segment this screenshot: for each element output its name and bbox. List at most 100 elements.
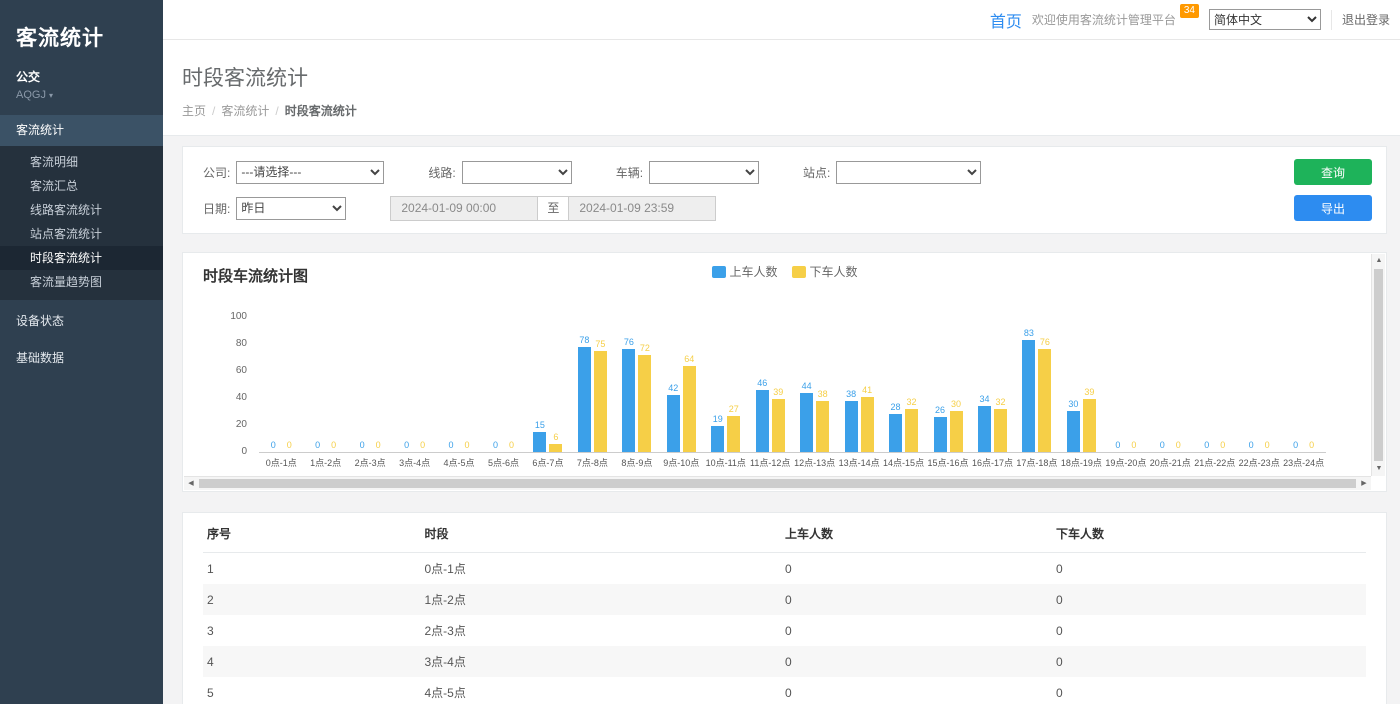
bar-column: 0 bbox=[1245, 318, 1258, 452]
start-date-input[interactable]: 2024-01-09 00:00 bbox=[390, 196, 538, 221]
bar bbox=[816, 401, 829, 452]
data-table: 序号时段上车人数下车人数 10点-1点0021点-2点0032点-3点0043点… bbox=[203, 515, 1366, 704]
chart-bar-group: 003点-4点 bbox=[392, 318, 436, 452]
table-cell: 0 bbox=[781, 615, 1052, 646]
chart-bar-group: 76728点-9点 bbox=[615, 318, 659, 452]
breadcrumb-separator: / bbox=[275, 104, 278, 118]
sidebar-item[interactable]: 站点客流统计 bbox=[0, 222, 163, 246]
horizontal-scrollbar[interactable]: ◀ ▶ bbox=[184, 476, 1371, 490]
filter-row-1: 公司: ---请选择--- 线路: 车辆: 站点: bbox=[203, 159, 1372, 185]
sidebar-section[interactable]: 设备状态 bbox=[0, 306, 163, 337]
x-axis-label: 22点-23点 bbox=[1239, 456, 1280, 469]
end-date-input[interactable]: 2024-01-09 23:59 bbox=[568, 196, 716, 221]
sidebar-menu: 客流统计客流明细客流汇总线路客流统计站点客流统计时段客流统计客流量趋势图设备状态… bbox=[0, 115, 163, 374]
scroll-left-arrow-icon[interactable]: ◀ bbox=[184, 477, 198, 491]
chart-bar-group: 004点-5点 bbox=[437, 318, 481, 452]
legend-item[interactable]: 下车人数 bbox=[792, 263, 858, 280]
bar-column: 30 bbox=[950, 318, 963, 452]
table-header-row: 序号时段上车人数下车人数 bbox=[203, 515, 1366, 553]
x-axis-label: 23点-24点 bbox=[1283, 456, 1324, 469]
filter-panel: 公司: ---请选择--- 线路: 车辆: 站点: bbox=[182, 146, 1387, 234]
bar-column: 0 bbox=[1172, 318, 1185, 452]
bar bbox=[711, 426, 724, 452]
org-switcher[interactable]: AQGJ▾ bbox=[0, 85, 163, 115]
bar-value-label: 38 bbox=[818, 389, 828, 399]
brand: 客流统计 bbox=[0, 0, 163, 52]
legend-item[interactable]: 上车人数 bbox=[711, 263, 777, 280]
table-cell: 2点-3点 bbox=[420, 615, 781, 646]
station-select[interactable] bbox=[836, 161, 981, 184]
bar-column: 46 bbox=[756, 318, 769, 452]
x-axis-label: 17点-18点 bbox=[1016, 456, 1057, 469]
x-axis-label: 14点-15点 bbox=[883, 456, 924, 469]
scroll-right-arrow-icon[interactable]: ▶ bbox=[1357, 477, 1371, 491]
horizontal-scrollbar-thumb[interactable] bbox=[199, 479, 1356, 488]
vehicle-select[interactable] bbox=[649, 161, 759, 184]
bar-value-label: 76 bbox=[624, 337, 634, 347]
bar-column: 39 bbox=[1083, 318, 1096, 452]
language-select[interactable]: 简体中文 bbox=[1209, 9, 1321, 30]
notification-badge[interactable]: 34 bbox=[1180, 4, 1199, 18]
content-area: 公司: ---请选择--- 线路: 车辆: 站点: bbox=[163, 136, 1400, 704]
scroll-up-arrow-icon[interactable]: ▲ bbox=[1372, 254, 1386, 268]
x-axis-label: 5点-6点 bbox=[488, 456, 519, 469]
page-title: 时段客流统计 bbox=[182, 62, 1380, 92]
scroll-down-arrow-icon[interactable]: ▼ bbox=[1372, 462, 1386, 476]
line-label: 线路: bbox=[428, 164, 455, 181]
export-button[interactable]: 导出 bbox=[1294, 195, 1372, 221]
sidebar-item[interactable]: 时段客流统计 bbox=[0, 246, 163, 270]
sidebar-section[interactable]: 基础数据 bbox=[0, 343, 163, 374]
bar bbox=[772, 399, 785, 452]
bar-value-label: 64 bbox=[684, 354, 694, 364]
logout-link[interactable]: 退出登录 bbox=[1331, 10, 1390, 30]
x-axis-label: 1点-2点 bbox=[310, 456, 341, 469]
date-label: 日期: bbox=[203, 200, 230, 217]
table-cell: 0 bbox=[1052, 646, 1366, 677]
legend-swatch-icon bbox=[711, 266, 725, 278]
station-label: 站点: bbox=[803, 164, 830, 181]
vertical-scrollbar[interactable]: ▲ ▼ bbox=[1371, 254, 1385, 476]
bar-value-label: 0 bbox=[404, 440, 409, 450]
breadcrumb-item: 时段客流统计 bbox=[285, 104, 357, 118]
company-select[interactable]: ---请选择--- bbox=[236, 161, 384, 184]
bar-value-label: 19 bbox=[713, 414, 723, 424]
bar-column: 76 bbox=[1038, 318, 1051, 452]
chart-bar-group: 443812点-13点 bbox=[792, 318, 836, 452]
bar-column: 0 bbox=[505, 318, 518, 452]
chart-bar-group: 78757点-8点 bbox=[570, 318, 614, 452]
sidebar-item[interactable]: 客流量趋势图 bbox=[0, 270, 163, 294]
x-axis-label: 18点-19点 bbox=[1061, 456, 1102, 469]
bar-value-label: 75 bbox=[595, 339, 605, 349]
bar bbox=[756, 390, 769, 452]
sidebar-item[interactable]: 线路客流统计 bbox=[0, 198, 163, 222]
bar bbox=[1083, 399, 1096, 452]
query-button[interactable]: 查询 bbox=[1294, 159, 1372, 185]
bar-value-label: 83 bbox=[1024, 328, 1034, 338]
line-select[interactable] bbox=[462, 161, 572, 184]
date-preset-select[interactable]: 昨日 bbox=[236, 197, 346, 220]
company-label: 公司: bbox=[203, 164, 230, 181]
breadcrumb-item[interactable]: 主页 bbox=[182, 104, 206, 118]
table-cell: 3点-4点 bbox=[420, 646, 781, 677]
bar-value-label: 28 bbox=[891, 402, 901, 412]
bar-value-label: 30 bbox=[1068, 399, 1078, 409]
table-cell: 1 bbox=[203, 553, 420, 585]
vertical-scrollbar-thumb[interactable] bbox=[1374, 269, 1383, 461]
breadcrumb-item[interactable]: 客流统计 bbox=[221, 104, 269, 118]
home-link[interactable]: 首页 bbox=[990, 8, 1022, 32]
bar bbox=[978, 406, 991, 452]
bar-value-label: 72 bbox=[640, 343, 650, 353]
breadcrumb: 主页/客流统计/时段客流统计 bbox=[182, 102, 1380, 119]
x-axis-label: 10点-11点 bbox=[706, 456, 746, 469]
welcome-text: 欢迎使用客流统计管理平台 bbox=[1032, 11, 1176, 28]
bar-value-label: 15 bbox=[535, 420, 545, 430]
table-cell: 0 bbox=[1052, 677, 1366, 704]
x-axis-label: 9点-10点 bbox=[663, 456, 699, 469]
bar-column: 78 bbox=[578, 318, 591, 452]
chart-bar-group: 000点-1点 bbox=[259, 318, 303, 452]
sidebar-item[interactable]: 客流汇总 bbox=[0, 174, 163, 198]
bar-column: 30 bbox=[1067, 318, 1080, 452]
y-axis-tick: 20 bbox=[236, 419, 247, 430]
sidebar-item[interactable]: 客流明细 bbox=[0, 150, 163, 174]
sidebar-section[interactable]: 客流统计 bbox=[0, 115, 163, 146]
